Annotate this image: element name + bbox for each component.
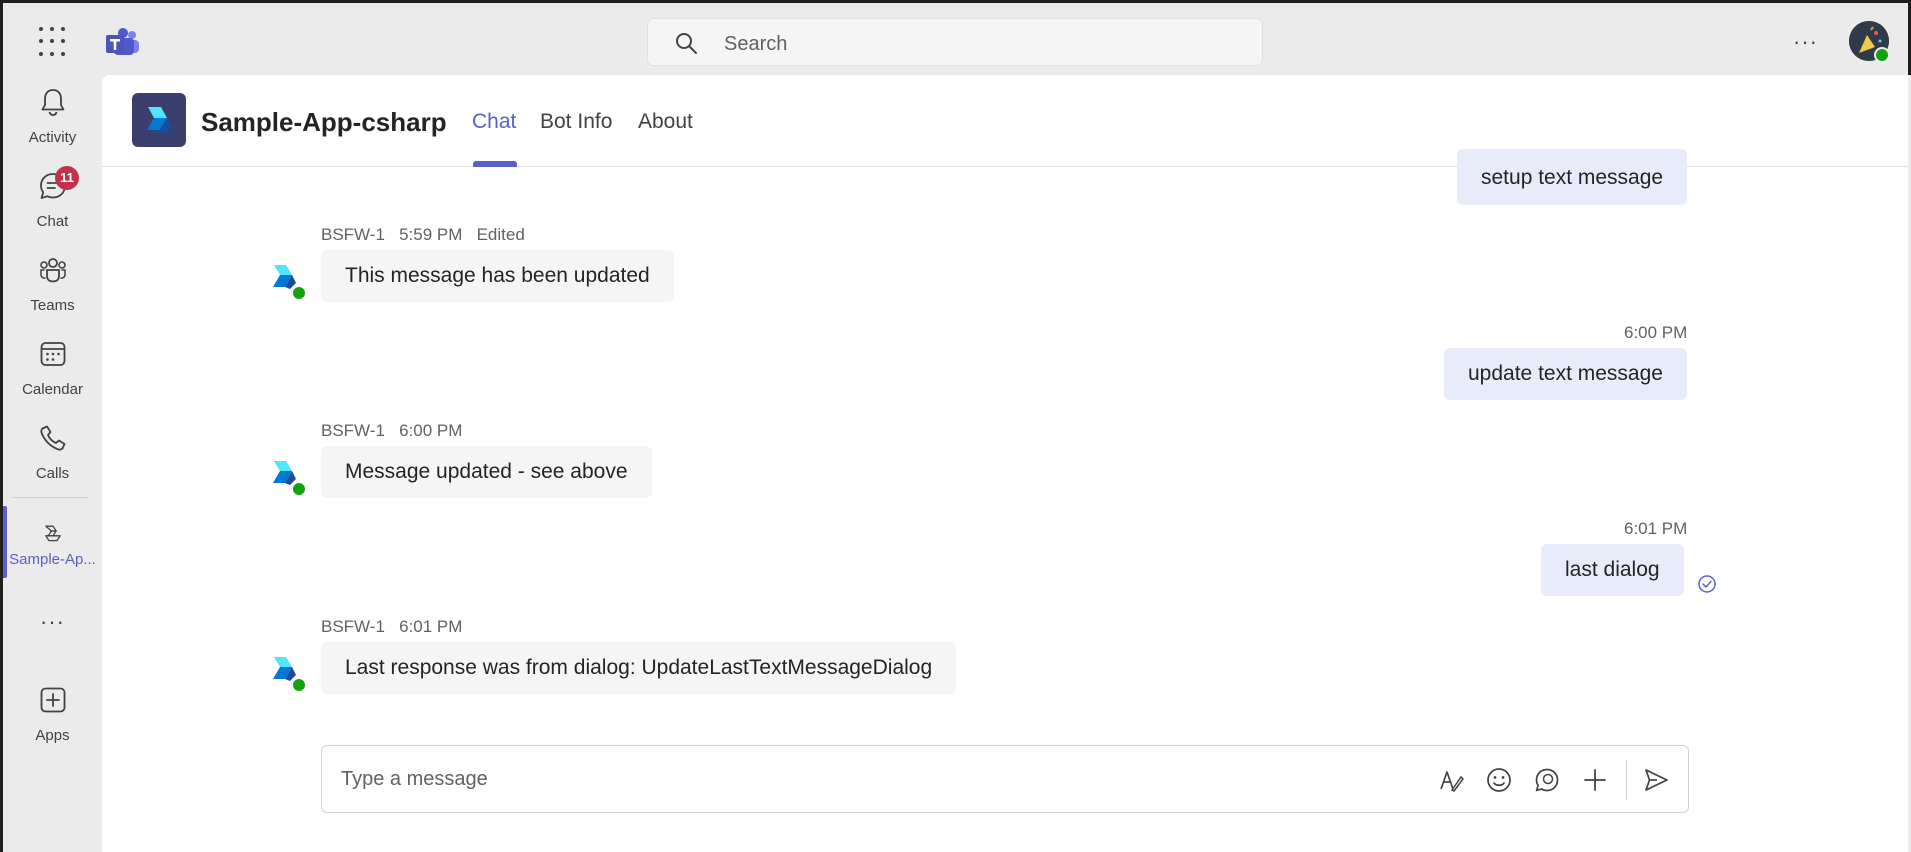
rail-label: Teams [30,297,75,314]
unread-badge: 11 [55,166,79,190]
message-time: 6:00 PM [399,421,463,440]
outgoing-message[interactable]: update text message [1444,348,1687,400]
search-icon [676,33,697,54]
incoming-message[interactable]: Message updated - see above [321,446,652,498]
rail-item-calls[interactable]: Calls [3,423,102,503]
rail-label: Apps [35,727,70,744]
presence-available-icon [1874,47,1890,63]
sample-app-icon [45,525,61,542]
presence-available-icon [291,481,307,497]
rail-label: Calendar [22,381,83,398]
emoji-icon[interactable] [1486,767,1512,793]
outgoing-message[interactable]: last dialog [1541,544,1684,596]
main-pane: Sample-App-csharp Chat Bot Info About se… [102,75,1908,852]
bell-icon [41,89,65,116]
format-icon[interactable] [1438,767,1464,793]
rail-item-calendar[interactable]: Calendar [3,339,102,419]
rail-item-activity[interactable]: Activity [3,87,102,167]
more-apps-icon: ··· [40,609,65,634]
top-bar: Search ··· [0,0,1911,75]
app-bar: Activity 11 Chat Teams Calendar Calls Sa… [0,75,102,852]
edited-label: Edited [476,225,525,244]
message-time: 6:00 PM [1624,323,1688,342]
rail-item-apps[interactable]: Apps [3,685,102,765]
rail-item-more-apps[interactable]: ··· [3,605,102,645]
search-input[interactable]: Search [647,18,1263,66]
sender-name: BSFW-1 [321,225,385,244]
sender-name: BSFW-1 [321,617,385,636]
presence-available-icon [291,285,307,301]
attach-add-icon[interactable] [1582,767,1608,793]
settings-more-icon[interactable]: ··· [1793,29,1818,55]
rail-label: Calls [35,465,70,482]
phone-icon [40,425,66,451]
tab-chat[interactable]: Chat [472,110,516,134]
sender-name: BSFW-1 [321,421,385,440]
app-logo-icon [147,107,172,133]
send-icon[interactable] [1643,767,1669,793]
rail-divider [11,497,89,498]
rail-label: Activity [28,129,77,146]
incoming-message[interactable]: This message has been updated [321,250,674,302]
page-title: Sample-App-csharp [201,107,447,137]
message-time: 5:59 PM [399,225,463,244]
active-tab-indicator [473,161,517,167]
message-meta: BSFW-1 6:01 PM [321,617,462,637]
rail-item-sample-app[interactable]: Sample-Ap... [3,521,102,601]
search-placeholder: Search [724,33,788,55]
rail-item-chat[interactable]: 11 Chat [3,166,102,251]
incoming-message[interactable]: Last response was from dialog: UpdateLas… [321,642,957,694]
seen-check-icon [1698,575,1716,593]
tab-bot-info[interactable]: Bot Info [540,110,612,134]
rail-label: Sample-Ap... [9,551,96,568]
message-time: 6:01 PM [1624,519,1688,538]
message-compose-box[interactable]: Type a message [321,745,1689,813]
app-logo [132,93,186,147]
message-meta: BSFW-1 5:59 PM Edited [321,225,525,245]
teams-logo-icon [106,28,139,55]
rail-label: Chat [36,213,69,230]
add-apps-icon [40,687,66,713]
teams-icon [40,258,66,283]
rail-item-teams[interactable]: Teams [3,255,102,335]
composer-divider [1626,760,1627,800]
calendar-icon [40,342,66,366]
presence-available-icon [291,677,307,693]
message-time: 6:01 PM [399,617,463,636]
tab-about[interactable]: About [638,110,693,134]
app-launcher-icon[interactable] [39,27,69,57]
message-meta: BSFW-1 6:00 PM [321,421,462,441]
loop-compose-icon[interactable] [1534,767,1560,793]
outgoing-message[interactable]: setup text message [1457,149,1688,205]
compose-placeholder: Type a message [341,768,488,790]
